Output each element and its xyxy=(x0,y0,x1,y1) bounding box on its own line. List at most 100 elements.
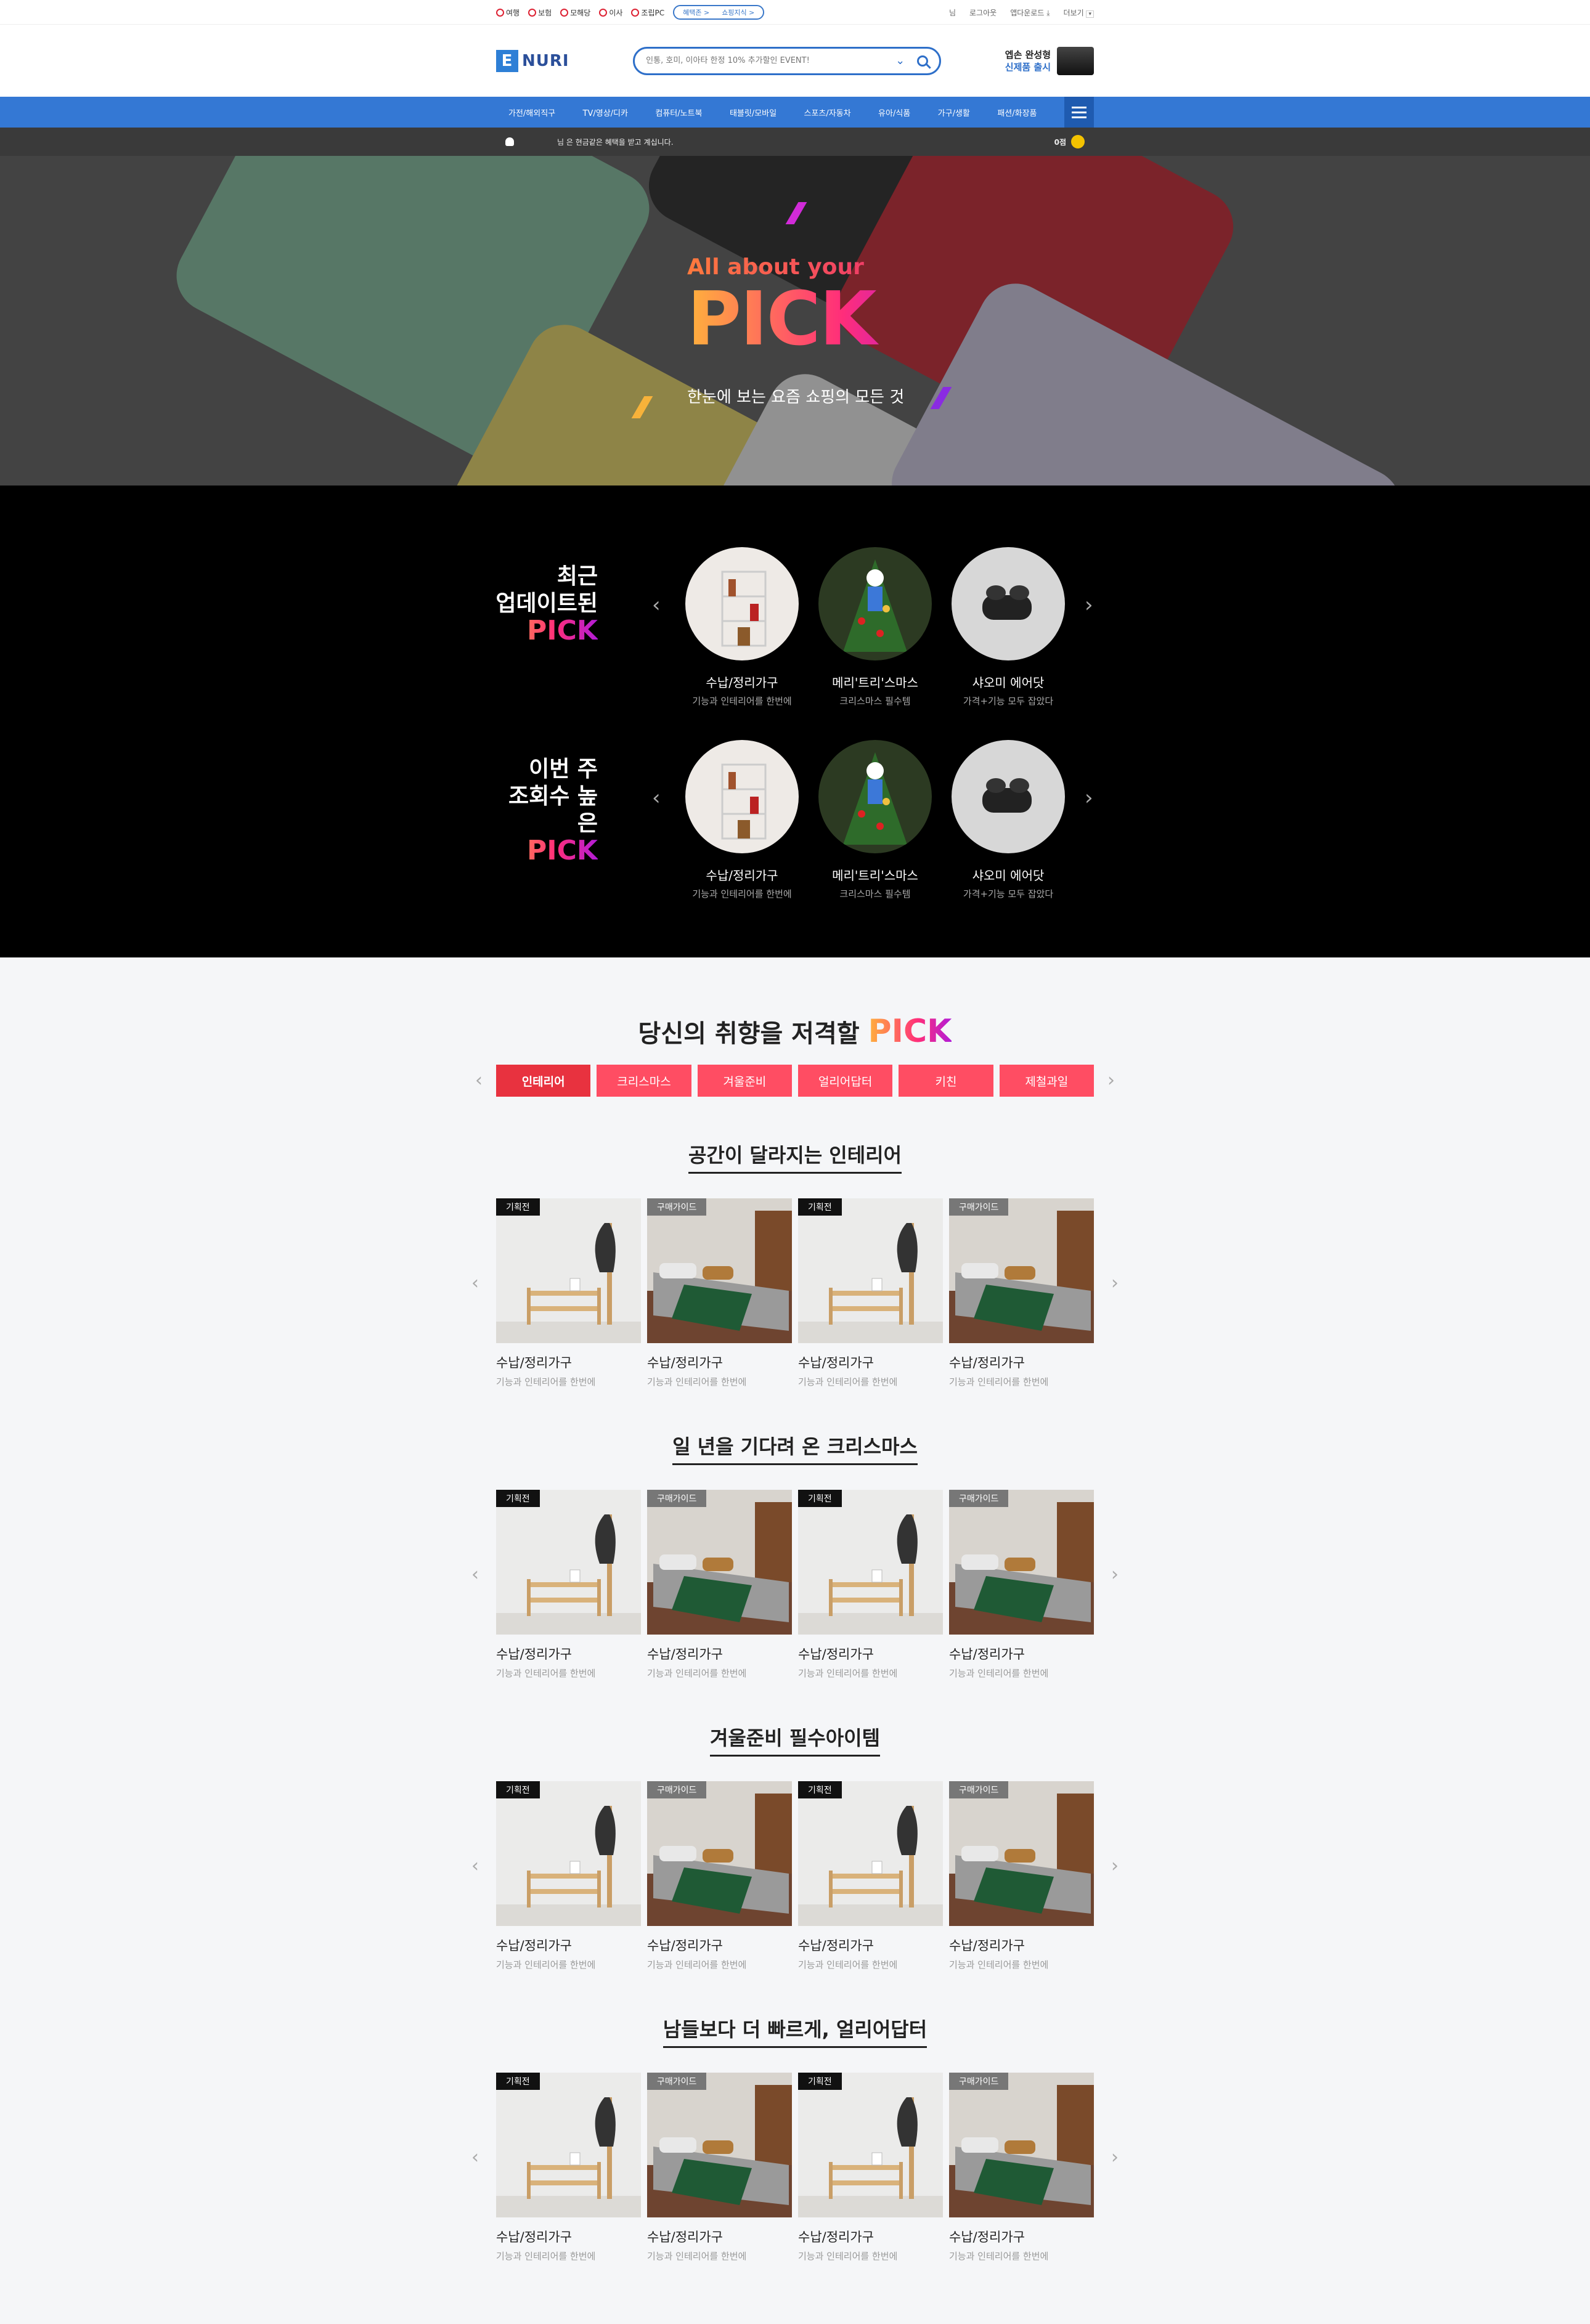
product-card[interactable]: 구매가이드 수납/정리가구 기능과 인테리어를 한번에 xyxy=(949,1198,1094,1388)
chevron-left-icon[interactable]: ‹ xyxy=(471,1272,479,1294)
product-card[interactable]: 기획전 수납/정리가구 기능과 인테리어를 한번에 xyxy=(496,2073,641,2262)
search-input[interactable] xyxy=(646,56,881,65)
chevron-left-icon[interactable]: ‹ xyxy=(652,786,661,810)
taste-pick-section: 당신의 취향을 저격할 PICK ‹ 인테리어 크리스마스 겨울준비 얼리어답터… xyxy=(0,957,1590,2324)
pick-item[interactable]: 수납/정리가구 기능과 인테리어를 한번에 xyxy=(685,547,799,707)
product-card[interactable]: 구매가이드 수납/정리가구 기능과 인테리어를 한번에 xyxy=(949,2073,1094,2262)
member-bar: 님 은 현금같은 혜택을 받고 계십니다. 0점 xyxy=(0,128,1590,156)
more-link[interactable]: 더보기 ▾ xyxy=(1064,7,1094,18)
product-card[interactable]: 기획전 수납/정리가구 기능과 인테리어를 한번에 xyxy=(798,2073,943,2262)
shelf-thumbnail: 기획전 xyxy=(798,2073,943,2217)
bed-thumbnail: 구매가이드 xyxy=(949,1198,1094,1343)
chevron-left-icon[interactable]: ‹ xyxy=(471,2147,479,2168)
tab-early-adopter[interactable]: 얼리어답터 xyxy=(797,1065,893,1097)
nav-item[interactable]: 유아/식품 xyxy=(878,107,910,118)
member-name: 님 xyxy=(557,137,565,147)
nav-item[interactable]: 패션/화장품 xyxy=(997,107,1037,118)
card-name: 수납/정리가구 xyxy=(496,1938,572,1953)
nav-item[interactable]: 컴퓨터/노트북 xyxy=(655,107,702,118)
nav-item[interactable]: 태블릿/모바일 xyxy=(730,107,777,118)
service-insurance[interactable]: 보험 xyxy=(528,7,552,18)
row-title-line2: 업데이트된 xyxy=(495,591,598,616)
product-card[interactable]: 기획전 수납/정리가구 기능과 인테리어를 한번에 xyxy=(798,1490,943,1680)
pick-item-desc: 가격+기능 모두 잡았다 xyxy=(963,888,1054,900)
section-title: 일 년을 기다려 온 크리스마스 xyxy=(672,1431,918,1465)
shelf-thumbnail: 기획전 xyxy=(798,1781,943,1926)
pick-item[interactable]: 메리'트리'스마스 크리스마스 필수템 xyxy=(818,740,932,900)
chevron-right-icon[interactable]: › xyxy=(1111,1855,1119,1877)
product-card[interactable]: 구매가이드 수납/정리가구 기능과 인테리어를 한번에 xyxy=(647,2073,792,2262)
product-section: 공간이 달라지는 인테리어 ‹ 기획전 수납/정리가구 기능과 인테리어를 한번에 구매가… xyxy=(0,1140,1590,1388)
pick-item[interactable]: 샤오미 에어닷 가격+기능 모두 잡았다 xyxy=(952,740,1065,900)
chevron-right-icon[interactable]: › xyxy=(1111,1272,1119,1294)
service-travel[interactable]: 여행 xyxy=(496,7,520,18)
card-name: 수납/정리가구 xyxy=(647,1355,723,1370)
tab-christmas[interactable]: 크리스마스 xyxy=(597,1065,691,1097)
benefit-zone-link[interactable]: 혜택존 > xyxy=(683,7,709,17)
shelf-thumbnail: 기획전 xyxy=(496,2073,641,2217)
product-card[interactable]: 구매가이드 수납/정리가구 기능과 인테리어를 한번에 xyxy=(647,1490,792,1680)
nav-item[interactable]: 스포츠/자동차 xyxy=(804,107,850,118)
nav-item[interactable]: TV/영상/디카 xyxy=(583,107,628,118)
search-icon[interactable] xyxy=(917,55,929,67)
earbuds-thumbnail xyxy=(952,547,1065,660)
ad-line1: 엡손 완성형 xyxy=(1005,49,1051,60)
ad-line2: 신제품 출시 xyxy=(1005,61,1051,73)
earbuds-thumbnail xyxy=(952,740,1065,853)
tab-kitchen[interactable]: 키친 xyxy=(899,1065,993,1097)
service-pc[interactable]: 조립PC xyxy=(631,7,664,18)
product-grid: ‹ 기획전 수납/정리가구 기능과 인테리어를 한번에 구매가이드 수납/정리가구 기능과 … xyxy=(471,2073,1119,2262)
pick-item-name: 수납/정리가구 xyxy=(706,868,778,883)
card-badge: 구매가이드 xyxy=(647,2073,707,2090)
pick-item[interactable]: 메리'트리'스마스 크리스마스 필수템 xyxy=(818,547,932,707)
chevron-right-icon[interactable]: › xyxy=(1111,1564,1119,1585)
card-desc: 기능과 인테리어를 한번에 xyxy=(949,1959,1049,1970)
card-desc: 기능과 인테리어를 한번에 xyxy=(647,1376,747,1387)
product-card[interactable]: 구매가이드 수납/정리가구 기능과 인테리어를 한번에 xyxy=(949,1781,1094,1971)
tab-winter[interactable]: 겨울준비 xyxy=(697,1065,792,1097)
chevron-down-icon[interactable]: ⌄ xyxy=(895,54,905,67)
shelf-thumbnail xyxy=(685,740,799,853)
points-display[interactable]: 0점 xyxy=(1054,135,1085,148)
chevron-left-icon[interactable]: ‹ xyxy=(475,1070,483,1091)
header-ad[interactable]: 엡손 완성형 신제품 출시 xyxy=(1005,46,1094,75)
nav-item[interactable]: 가전/해외직구 xyxy=(508,107,555,118)
chevron-left-icon[interactable]: ‹ xyxy=(471,1564,479,1585)
product-card[interactable]: 기획전 수납/정리가구 기능과 인테리어를 한번에 xyxy=(496,1490,641,1680)
coin-icon xyxy=(1071,135,1085,148)
chevron-left-icon[interactable]: ‹ xyxy=(652,593,661,617)
logo[interactable]: E NURI xyxy=(496,49,569,72)
product-card[interactable]: 기획전 수납/정리가구 기능과 인테리어를 한번에 xyxy=(798,1198,943,1388)
shopping-knowledge-link[interactable]: 쇼핑지식 > xyxy=(722,7,754,17)
pick-item[interactable]: 샤오미 에어닷 가격+기능 모두 잡았다 xyxy=(952,547,1065,707)
product-card[interactable]: 구매가이드 수납/정리가구 기능과 인테리어를 한번에 xyxy=(949,1490,1094,1680)
product-card[interactable]: 구매가이드 수납/정리가구 기능과 인테리어를 한번에 xyxy=(647,1198,792,1388)
product-card[interactable]: 기획전 수납/정리가구 기능과 인테리어를 한번에 xyxy=(496,1198,641,1388)
nav-item[interactable]: 가구/생활 xyxy=(938,107,970,118)
card-badge: 구매가이드 xyxy=(949,1490,1009,1507)
menu-icon[interactable] xyxy=(1064,97,1094,128)
chevron-right-icon[interactable]: › xyxy=(1085,786,1093,810)
product-card[interactable]: 기획전 수납/정리가구 기능과 인테리어를 한번에 xyxy=(798,1781,943,1971)
tab-interior[interactable]: 인테리어 xyxy=(496,1065,591,1097)
chevron-right-icon[interactable]: › xyxy=(1111,2147,1119,2168)
card-desc: 기능과 인테리어를 한번에 xyxy=(798,1959,898,1970)
product-section: 일 년을 기다려 온 크리스마스 ‹ 기획전 수납/정리가구 기능과 인테리어를 한번에… xyxy=(0,1431,1590,1680)
bed-thumbnail: 구매가이드 xyxy=(949,1781,1094,1926)
app-download-link[interactable]: 앱다운로드 ⤓ xyxy=(1010,7,1050,18)
chevron-right-icon[interactable]: › xyxy=(1085,593,1093,617)
service-3[interactable]: 모해당 xyxy=(560,7,590,18)
pick-item-name: 샤오미 에어닷 xyxy=(972,868,1045,883)
pick-item-desc: 크리스마스 필수템 xyxy=(839,888,911,900)
product-card[interactable]: 구매가이드 수납/정리가구 기능과 인테리어를 한번에 xyxy=(647,1781,792,1971)
pick-item[interactable]: 수납/정리가구 기능과 인테리어를 한번에 xyxy=(685,740,799,900)
product-grid: ‹ 기획전 수납/정리가구 기능과 인테리어를 한번에 구매가이드 수납/정리가구 기능과 … xyxy=(471,1198,1119,1388)
logout-link[interactable]: 로그아웃 xyxy=(969,7,997,18)
chevron-right-icon[interactable]: › xyxy=(1107,1070,1115,1091)
chevron-left-icon[interactable]: ‹ xyxy=(471,1855,479,1877)
service-moving[interactable]: 이사 xyxy=(599,7,622,18)
product-card[interactable]: 기획전 수납/정리가구 기능과 인테리어를 한번에 xyxy=(496,1781,641,1971)
printer-image xyxy=(1057,46,1094,75)
card-name: 수납/정리가구 xyxy=(496,1647,572,1662)
tab-seasonal-fruit[interactable]: 제철과일 xyxy=(999,1065,1094,1097)
